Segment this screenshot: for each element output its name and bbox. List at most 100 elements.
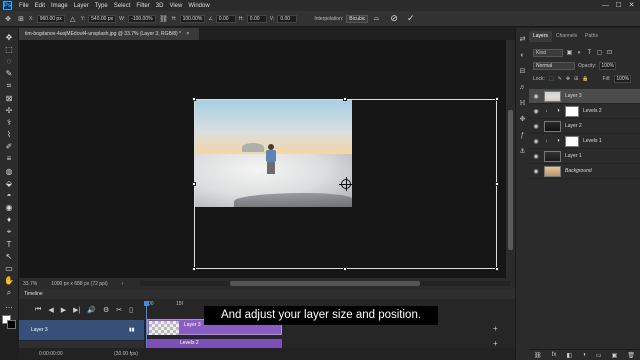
x-position-field[interactable]: 960.00 px	[36, 14, 65, 23]
visibility-eye-icon[interactable]: ◉	[531, 93, 541, 100]
frame-tool-icon[interactable]: ⊠	[3, 92, 16, 104]
more-tools-icon[interactable]: …	[3, 299, 16, 311]
hskew-field[interactable]: 0.00	[246, 14, 267, 23]
layer-mask-thumbnail[interactable]	[565, 105, 579, 117]
layer-row-layer1[interactable]: ◉ Layer 1	[529, 149, 640, 164]
quick-select-tool-icon[interactable]: ✎	[3, 68, 16, 80]
add-mask-icon[interactable]: ◧	[566, 352, 572, 359]
visibility-eye-icon[interactable]: ◉	[531, 123, 541, 130]
layer-name[interactable]: Layer 2	[565, 123, 582, 129]
fx-icon[interactable]: fx	[552, 352, 557, 358]
play-icon[interactable]: ▶	[61, 306, 66, 314]
libraries-panel-icon[interactable]: ⚓	[518, 146, 528, 156]
cancel-transform-icon[interactable]: ⊘	[390, 13, 398, 24]
audio-icon[interactable]: 🔊	[87, 306, 96, 314]
new-adjustment-icon[interactable]: ◑	[582, 352, 586, 358]
lock-image-icon[interactable]: ✎	[558, 76, 562, 82]
swatches-panel-icon[interactable]: ⊟	[518, 66, 528, 76]
type-tool-icon[interactable]: T	[3, 238, 16, 250]
pixel-filter-icon[interactable]: ▣	[566, 49, 573, 56]
menu-image[interactable]: Image	[48, 3, 71, 9]
tab-layers[interactable]: Layers	[529, 31, 553, 42]
rotate-field[interactable]: 0.00	[215, 14, 236, 23]
fill-field[interactable]: 100%	[614, 75, 632, 83]
menu-edit[interactable]: Edit	[32, 3, 48, 9]
menu-layer[interactable]: Layer	[71, 3, 92, 9]
hand-tool-icon[interactable]: ✋	[3, 275, 16, 287]
menu-3d[interactable]: 3D	[153, 3, 167, 9]
prev-frame-icon[interactable]: ◀	[48, 306, 53, 314]
first-frame-icon[interactable]: ⏮	[35, 306, 41, 314]
layer-name[interactable]: Layer 1	[565, 153, 582, 159]
direct-select-tool-icon[interactable]: ↖	[3, 250, 16, 262]
status-arrow-icon[interactable]: ›	[122, 281, 124, 287]
layer-name[interactable]: Levels 2	[583, 108, 602, 114]
transform-handle-top-right[interactable]	[495, 97, 499, 101]
track-header-layer3[interactable]: Layer 3 ▮▮	[19, 320, 144, 340]
new-layer-icon[interactable]: ▣	[612, 352, 618, 359]
horizontal-scrollbar[interactable]	[140, 281, 510, 286]
menu-type[interactable]: Type	[92, 3, 111, 9]
visibility-eye-icon[interactable]: ◉	[531, 168, 541, 175]
history-brush-tool-icon[interactable]: ≡	[3, 153, 16, 165]
brushes-panel-icon[interactable]: ♬	[518, 82, 528, 92]
transform-handle-left[interactable]	[192, 182, 196, 186]
blend-mode-select[interactable]: Normal	[533, 62, 575, 70]
background-color[interactable]	[7, 320, 16, 329]
split-icon[interactable]: ✂	[116, 306, 122, 314]
commit-transform-icon[interactable]: ✓	[407, 13, 415, 24]
visibility-eye-icon[interactable]: ◉	[531, 138, 541, 145]
link-icon[interactable]: ⛓	[159, 14, 169, 24]
clip-levels2[interactable]: Levels 2	[147, 339, 282, 348]
zoom-tool-icon[interactable]: ⌕	[3, 287, 16, 299]
pen-tool-icon[interactable]: ♦	[3, 214, 16, 226]
transform-handle-right[interactable]	[495, 182, 499, 186]
reference-point-icon[interactable]: ⊞	[16, 14, 26, 24]
warp-icon[interactable]: ⌓	[371, 14, 381, 24]
y-position-field[interactable]: 540.00 px	[88, 14, 117, 23]
gradient-tool-icon[interactable]: ⬙	[3, 177, 16, 189]
layer-name[interactable]: Layer 3	[565, 93, 582, 99]
marquee-tool-icon[interactable]: ⬚	[3, 43, 16, 55]
transform-handle-top[interactable]	[343, 97, 347, 101]
document-tab[interactable]: tim-bogdanov-4uojMEdcwl4-unsplash.jpg @ …	[19, 28, 199, 40]
transform-handle-bottom-right[interactable]	[495, 267, 499, 271]
link-layers-icon[interactable]: ⛓	[534, 352, 542, 359]
add-track-button[interactable]: +	[493, 324, 498, 333]
shape-filter-icon[interactable]: ▢	[596, 49, 603, 56]
vertical-scroll-thumb[interactable]	[508, 110, 513, 250]
menu-window[interactable]: Window	[185, 3, 212, 9]
transform-handle-bottom[interactable]	[343, 267, 347, 271]
layer-row-layer2[interactable]: ◉ Layer 2	[529, 119, 640, 134]
menu-filter[interactable]: Filter	[133, 3, 152, 9]
kind-filter-select[interactable]: Kind	[533, 48, 563, 57]
history-panel-icon[interactable]: ⇄	[518, 34, 528, 44]
delta-icon[interactable]: △	[68, 14, 78, 24]
lock-all-icon[interactable]: 🔒	[582, 76, 588, 82]
menu-file[interactable]: File	[16, 3, 32, 9]
layer-row-background[interactable]: ◉ Background	[529, 164, 640, 179]
close-icon[interactable]: ✕	[625, 0, 638, 11]
height-field[interactable]: 100.00%	[179, 14, 206, 23]
adjustment-filter-icon[interactable]: ◐	[576, 50, 583, 56]
path-select-tool-icon[interactable]: ⌖	[3, 226, 16, 238]
type-filter-icon[interactable]: T	[586, 50, 593, 56]
lock-position-icon[interactable]: ✥	[566, 76, 570, 82]
minimize-icon[interactable]: —	[599, 0, 612, 11]
healing-brush-tool-icon[interactable]: ⚕	[3, 116, 16, 128]
crop-tool-icon[interactable]: ⌗	[3, 80, 16, 92]
color-swatches[interactable]	[2, 315, 16, 329]
smart-filter-icon[interactable]: ⊡	[606, 49, 613, 56]
horizontal-scroll-thumb[interactable]	[230, 281, 420, 286]
histogram-panel-icon[interactable]: ℍ	[518, 98, 528, 108]
new-group-icon[interactable]: ▭	[596, 352, 602, 359]
track-film-icon[interactable]: ▮▮	[129, 320, 135, 340]
adjustments-panel-icon[interactable]: ƒ	[518, 130, 528, 140]
lock-pixels-icon[interactable]: ⬚	[549, 76, 554, 82]
dodge-tool-icon[interactable]: ◉	[3, 202, 16, 214]
move-tool-icon[interactable]: ✥	[3, 31, 16, 43]
transform-handle-top-left[interactable]	[192, 97, 196, 101]
width-field[interactable]: -100.00%	[128, 14, 156, 23]
transform-handle-bottom-left[interactable]	[192, 267, 196, 271]
next-frame-icon[interactable]: ▶|	[73, 306, 80, 314]
